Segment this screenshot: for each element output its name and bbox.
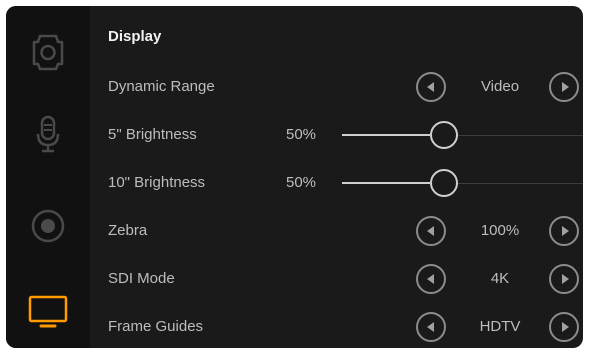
slider-knob[interactable] [430, 121, 458, 149]
setting-row-dynamic-range: Dynamic Range Video [90, 64, 583, 112]
arrow-left-icon [426, 226, 434, 236]
brightness-5-slider[interactable] [342, 121, 583, 149]
slider-fill [342, 182, 430, 184]
slider-fill [342, 134, 430, 136]
zebra-prev-button[interactable] [416, 216, 446, 246]
monitor-icon [28, 295, 68, 328]
sidebar-item-display[interactable] [6, 282, 90, 342]
dynamic-range-value: Video [480, 78, 520, 95]
sdi-mode-prev-button[interactable] [416, 264, 446, 294]
slider-track [458, 135, 583, 136]
brightness-10-value: 50% [286, 174, 317, 191]
setting-row-5in-brightness: 5" Brightness 50% [90, 112, 583, 160]
sidebar-item-audio[interactable] [6, 104, 90, 164]
slider-track [458, 183, 583, 184]
zebra-next-button[interactable] [549, 216, 579, 246]
setting-row-10in-brightness: 10" Brightness 50% [90, 160, 583, 208]
sidebar-item-record[interactable] [6, 196, 90, 256]
arrow-left-icon [426, 274, 434, 284]
frame-guides-next-button[interactable] [549, 312, 579, 342]
dynamic-range-next-button[interactable] [549, 72, 579, 102]
setting-row-sdi-mode: SDI Mode 4K [90, 256, 583, 304]
sidebar-item-camera[interactable] [6, 22, 90, 82]
brightness-5-label: 5" Brightness [108, 126, 197, 143]
arrow-left-icon [426, 322, 434, 332]
brightness-5-value: 50% [286, 126, 317, 143]
arrow-right-icon [561, 274, 569, 284]
zebra-label: Zebra [108, 222, 148, 239]
arrow-right-icon [561, 322, 569, 332]
camera-icon [32, 34, 64, 71]
sdi-mode-next-button[interactable] [549, 264, 579, 294]
dynamic-range-label: Dynamic Range [108, 78, 215, 95]
setting-row-zebra: Zebra 100% [90, 208, 583, 256]
record-icon [31, 209, 65, 243]
brightness-10-slider[interactable] [342, 169, 583, 197]
settings-main: Display Dynamic Range Video 5" Brightnes… [90, 6, 583, 348]
frame-guides-label: Frame Guides [108, 318, 204, 335]
page-title: Display [108, 28, 162, 45]
slider-knob[interactable] [430, 169, 458, 197]
settings-sidebar [6, 6, 90, 348]
sdi-mode-label: SDI Mode [108, 270, 175, 287]
arrow-left-icon [426, 82, 434, 92]
display-settings-panel: Display Dynamic Range Video 5" Brightnes… [6, 6, 583, 348]
zebra-value: 100% [480, 222, 520, 239]
arrow-right-icon [561, 82, 569, 92]
arrow-right-icon [561, 226, 569, 236]
frame-guides-value: HDTV [479, 318, 521, 335]
sdi-mode-value: 4K [490, 270, 510, 287]
frame-guides-prev-button[interactable] [416, 312, 446, 342]
microphone-icon [36, 115, 60, 153]
setting-row-frame-guides: Frame Guides HDTV [90, 304, 583, 348]
brightness-10-label: 10" Brightness [108, 174, 206, 191]
dynamic-range-prev-button[interactable] [416, 72, 446, 102]
